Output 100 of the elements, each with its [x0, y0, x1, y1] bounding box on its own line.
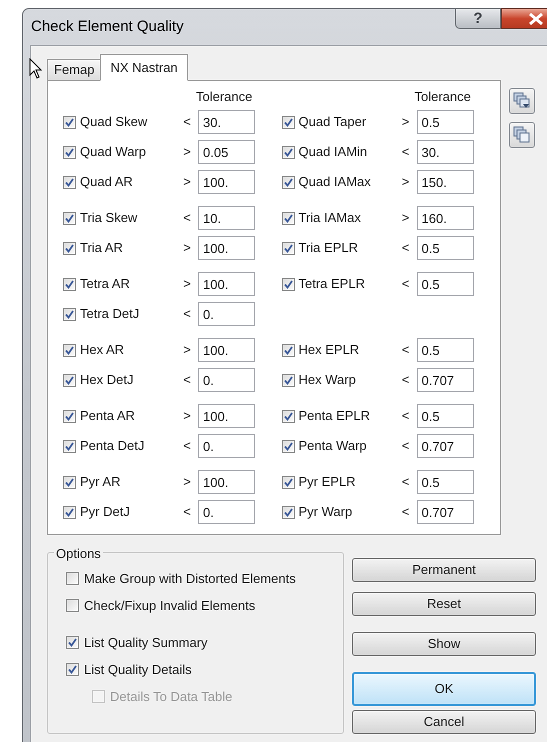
tolerance-field[interactable]: 0.5	[416, 272, 474, 296]
check-label: Tria AR	[80, 239, 123, 258]
operator: >	[183, 473, 191, 492]
tab[interactable]: NX Nastran	[100, 54, 188, 81]
checkbox[interactable]	[63, 278, 76, 290]
dialog-button[interactable]: Cancel	[352, 710, 536, 734]
check-label: Penta DetJ	[80, 437, 144, 456]
tolerance-field[interactable]: 0.	[198, 368, 255, 392]
checkbox[interactable]	[282, 506, 294, 518]
tolerance-field[interactable]: 0.707	[416, 500, 474, 524]
checkbox[interactable]	[63, 440, 76, 452]
checkbox[interactable]	[282, 374, 294, 386]
check-label: Tetra DetJ	[80, 305, 140, 324]
checkbox[interactable]	[63, 308, 76, 320]
checkbox[interactable]	[282, 476, 294, 488]
checkbox[interactable]	[282, 242, 294, 254]
checkbox[interactable]	[63, 242, 76, 254]
checkbox[interactable]	[63, 476, 76, 488]
tolerance-field[interactable]: 30.	[198, 110, 255, 134]
checkbox[interactable]	[63, 212, 76, 224]
option-label: Details To Data Table	[110, 688, 232, 706]
operator: >	[183, 143, 191, 162]
operator: <	[183, 113, 191, 132]
checkbox[interactable]	[66, 663, 79, 676]
tolerance-field[interactable]: 10.	[198, 206, 255, 230]
checkbox[interactable]	[282, 410, 294, 422]
column-header: Tolerance	[414, 89, 471, 104]
operator: >	[183, 275, 191, 294]
checkbox[interactable]	[282, 116, 294, 128]
checkbox[interactable]	[282, 344, 294, 356]
check-label: Penta AR	[80, 407, 135, 426]
tolerance-field[interactable]: 0.	[198, 434, 255, 458]
operator: <	[183, 371, 191, 390]
checkbox[interactable]	[63, 116, 76, 128]
tolerance-field[interactable]: 100.	[198, 404, 255, 428]
check-label: Hex AR	[80, 341, 124, 360]
tolerance-field[interactable]: 0.5	[416, 404, 474, 428]
checkbox[interactable]	[63, 344, 76, 356]
tolerance-field[interactable]: 0.5	[416, 338, 474, 362]
check-label: Quad IAMax	[298, 173, 371, 192]
check-label: Tria EPLR	[298, 239, 358, 258]
checkbox[interactable]	[282, 176, 294, 188]
tolerance-field[interactable]: 30.	[416, 140, 474, 164]
operator: <	[183, 305, 191, 324]
tolerance-field[interactable]: 0.5	[416, 236, 474, 260]
help-button[interactable]: ?	[455, 8, 501, 29]
checkbox[interactable]	[63, 506, 76, 518]
stack-icon[interactable]	[509, 122, 535, 148]
operator: <	[402, 503, 410, 522]
tolerance-field[interactable]: 150.	[416, 170, 474, 194]
operator: <	[402, 473, 410, 492]
checkbox[interactable]	[63, 176, 76, 188]
tolerance-field[interactable]: 0.	[198, 500, 255, 524]
option-label: List Quality Details	[84, 660, 192, 679]
dialog-button[interactable]: Permanent	[352, 558, 536, 582]
dialog-button[interactable]: OK	[352, 672, 536, 706]
check-label: Tetra EPLR	[298, 275, 365, 294]
operator: >	[183, 239, 191, 258]
check-label: Quad Skew	[80, 113, 148, 132]
operator: <	[402, 239, 410, 258]
tolerance-field[interactable]: 0.5	[416, 110, 474, 134]
tolerance-field[interactable]: 0.	[198, 302, 255, 326]
tab[interactable]: Femap	[47, 59, 102, 81]
check-label: Pyr AR	[80, 473, 120, 492]
dialog-button[interactable]: Reset	[352, 592, 536, 616]
checkbox[interactable]	[282, 440, 294, 452]
tolerance-field[interactable]: 0.5	[416, 470, 474, 494]
tolerance-field[interactable]: 100.	[198, 338, 255, 362]
checkbox[interactable]	[282, 146, 294, 158]
tolerance-field[interactable]: 100.	[198, 272, 255, 296]
tolerance-field[interactable]: 0.707	[416, 434, 474, 458]
checkbox[interactable]	[282, 278, 294, 290]
tolerance-field[interactable]: 100.	[198, 236, 255, 260]
checkbox[interactable]	[282, 212, 294, 224]
check-label: Quad IAMin	[298, 143, 368, 162]
checkbox[interactable]	[63, 146, 76, 158]
option-label: Make Group with Distorted Elements	[84, 570, 296, 588]
checkbox[interactable]	[66, 599, 79, 612]
tolerance-field[interactable]: 100.	[198, 170, 255, 194]
checkbox[interactable]	[66, 636, 79, 649]
tolerance-field[interactable]: 0.707	[416, 368, 474, 392]
tolerance-field[interactable]: 160.	[416, 206, 474, 230]
operator: <	[402, 407, 410, 426]
check-label: Quad AR	[80, 173, 133, 192]
checkbox[interactable]	[63, 374, 76, 386]
check-label: Hex EPLR	[298, 341, 360, 360]
operator: >	[402, 113, 410, 132]
dialog-button[interactable]: Show	[352, 632, 536, 656]
check-label: Hex DetJ	[80, 371, 134, 390]
checkbox[interactable]	[63, 410, 76, 422]
tolerance-field[interactable]: 0.05	[198, 140, 255, 164]
check-label: Quad Taper	[298, 113, 366, 132]
close-icon	[528, 12, 544, 24]
tolerance-field[interactable]: 100.	[198, 470, 255, 494]
option-label: Check/Fixup Invalid Elements	[84, 596, 256, 615]
operator: >	[183, 341, 191, 360]
check-label: Pyr EPLR	[298, 473, 356, 492]
cursor-icon	[29, 58, 43, 80]
checkbox[interactable]	[66, 572, 79, 585]
stack-filter-icon[interactable]	[509, 88, 535, 114]
